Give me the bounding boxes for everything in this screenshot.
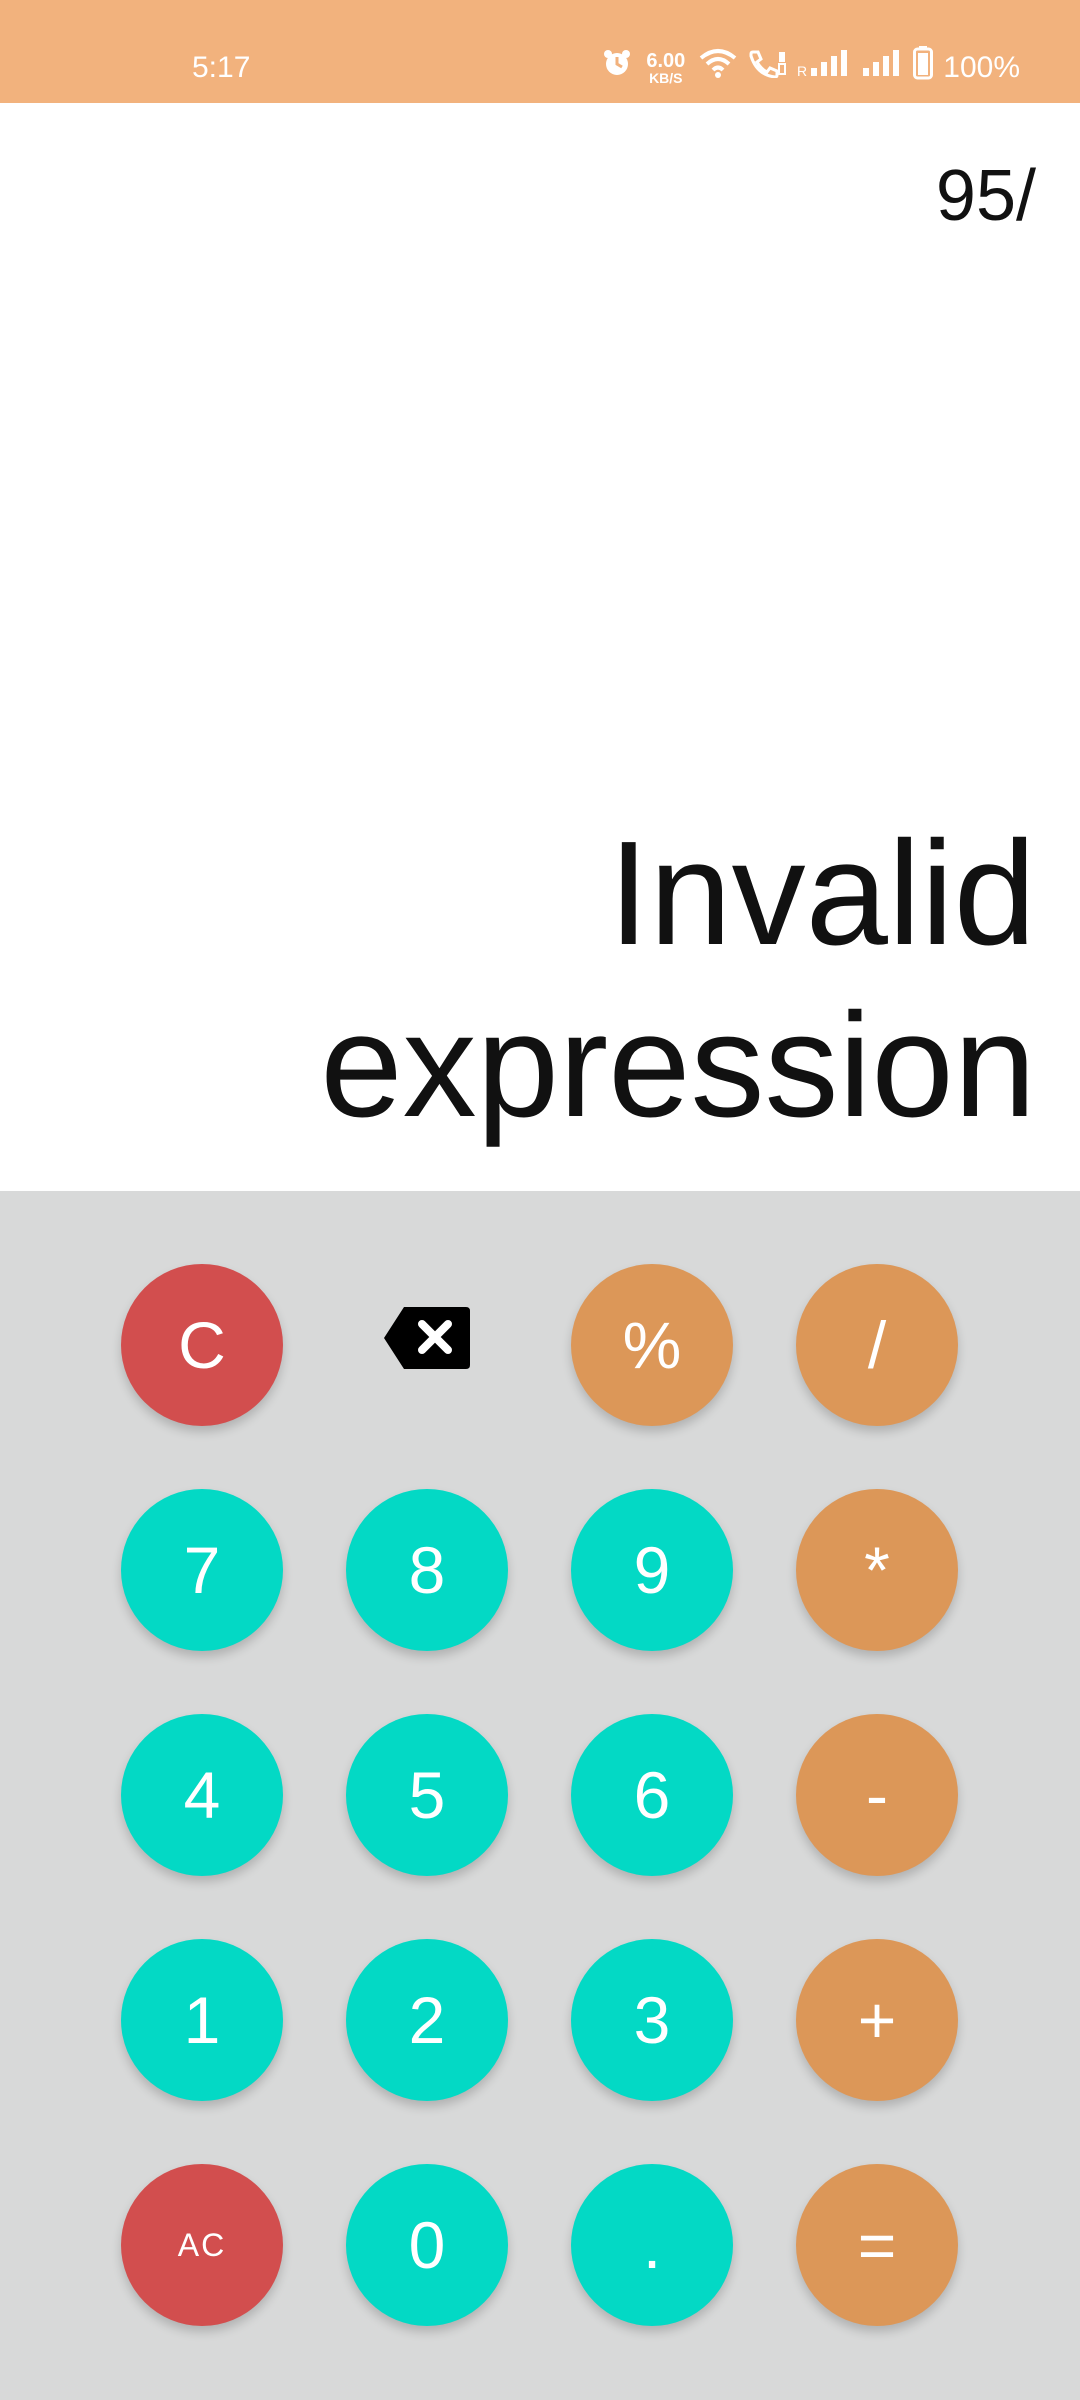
digit-1-button[interactable]: 1 — [121, 1939, 283, 2101]
signal-icon — [863, 48, 903, 87]
keypad: C % / 7 8 9 * 4 5 6 - 1 2 3 + AC 0 . = — [0, 1191, 1080, 2400]
result-text: Invalid expression — [136, 808, 1036, 1152]
status-bar: 5:17 6.00 KB/S R 100% — [0, 0, 1080, 103]
network-speed: 6.00 KB/S — [646, 51, 685, 85]
expression-text: 95/ — [935, 156, 1036, 236]
digit-8-button[interactable]: 8 — [346, 1489, 508, 1651]
digit-5-button[interactable]: 5 — [346, 1714, 508, 1876]
battery-percent: 100% — [943, 50, 1020, 84]
network-speed-unit: KB/S — [649, 69, 683, 86]
decimal-point-button[interactable]: . — [571, 2164, 733, 2326]
alarm-icon — [602, 48, 632, 87]
status-icons: 6.00 KB/S R 100% — [602, 46, 1020, 89]
battery-icon — [913, 46, 934, 89]
clear-button[interactable]: C — [121, 1264, 283, 1426]
calculator-display: 95/ Invalid expression — [0, 103, 1080, 1191]
signal-icon: R — [797, 48, 853, 87]
digit-7-button[interactable]: 7 — [121, 1489, 283, 1651]
network-speed-value: 6.00 — [646, 49, 686, 72]
digit-3-button[interactable]: 3 — [571, 1939, 733, 2101]
percent-button[interactable]: % — [571, 1264, 733, 1426]
digit-4-button[interactable]: 4 — [121, 1714, 283, 1876]
result-line-1: Invalid — [608, 811, 1036, 976]
all-clear-button[interactable]: AC — [121, 2164, 283, 2326]
plus-button[interactable]: + — [796, 1939, 958, 2101]
result-line-2: expression — [320, 983, 1036, 1148]
volte-call-icon — [747, 48, 787, 87]
digit-0-button[interactable]: 0 — [346, 2164, 508, 2326]
wifi-icon — [699, 48, 737, 87]
backspace-icon — [382, 1305, 472, 1386]
status-time: 5:17 — [192, 51, 251, 84]
multiply-button[interactable]: * — [796, 1489, 958, 1651]
minus-button[interactable]: - — [796, 1714, 958, 1876]
equals-button[interactable]: = — [796, 2164, 958, 2326]
divide-button[interactable]: / — [796, 1264, 958, 1426]
backspace-button[interactable] — [346, 1264, 508, 1426]
digit-9-button[interactable]: 9 — [571, 1489, 733, 1651]
digit-6-button[interactable]: 6 — [571, 1714, 733, 1876]
digit-2-button[interactable]: 2 — [346, 1939, 508, 2101]
sim-label: R — [797, 63, 807, 78]
